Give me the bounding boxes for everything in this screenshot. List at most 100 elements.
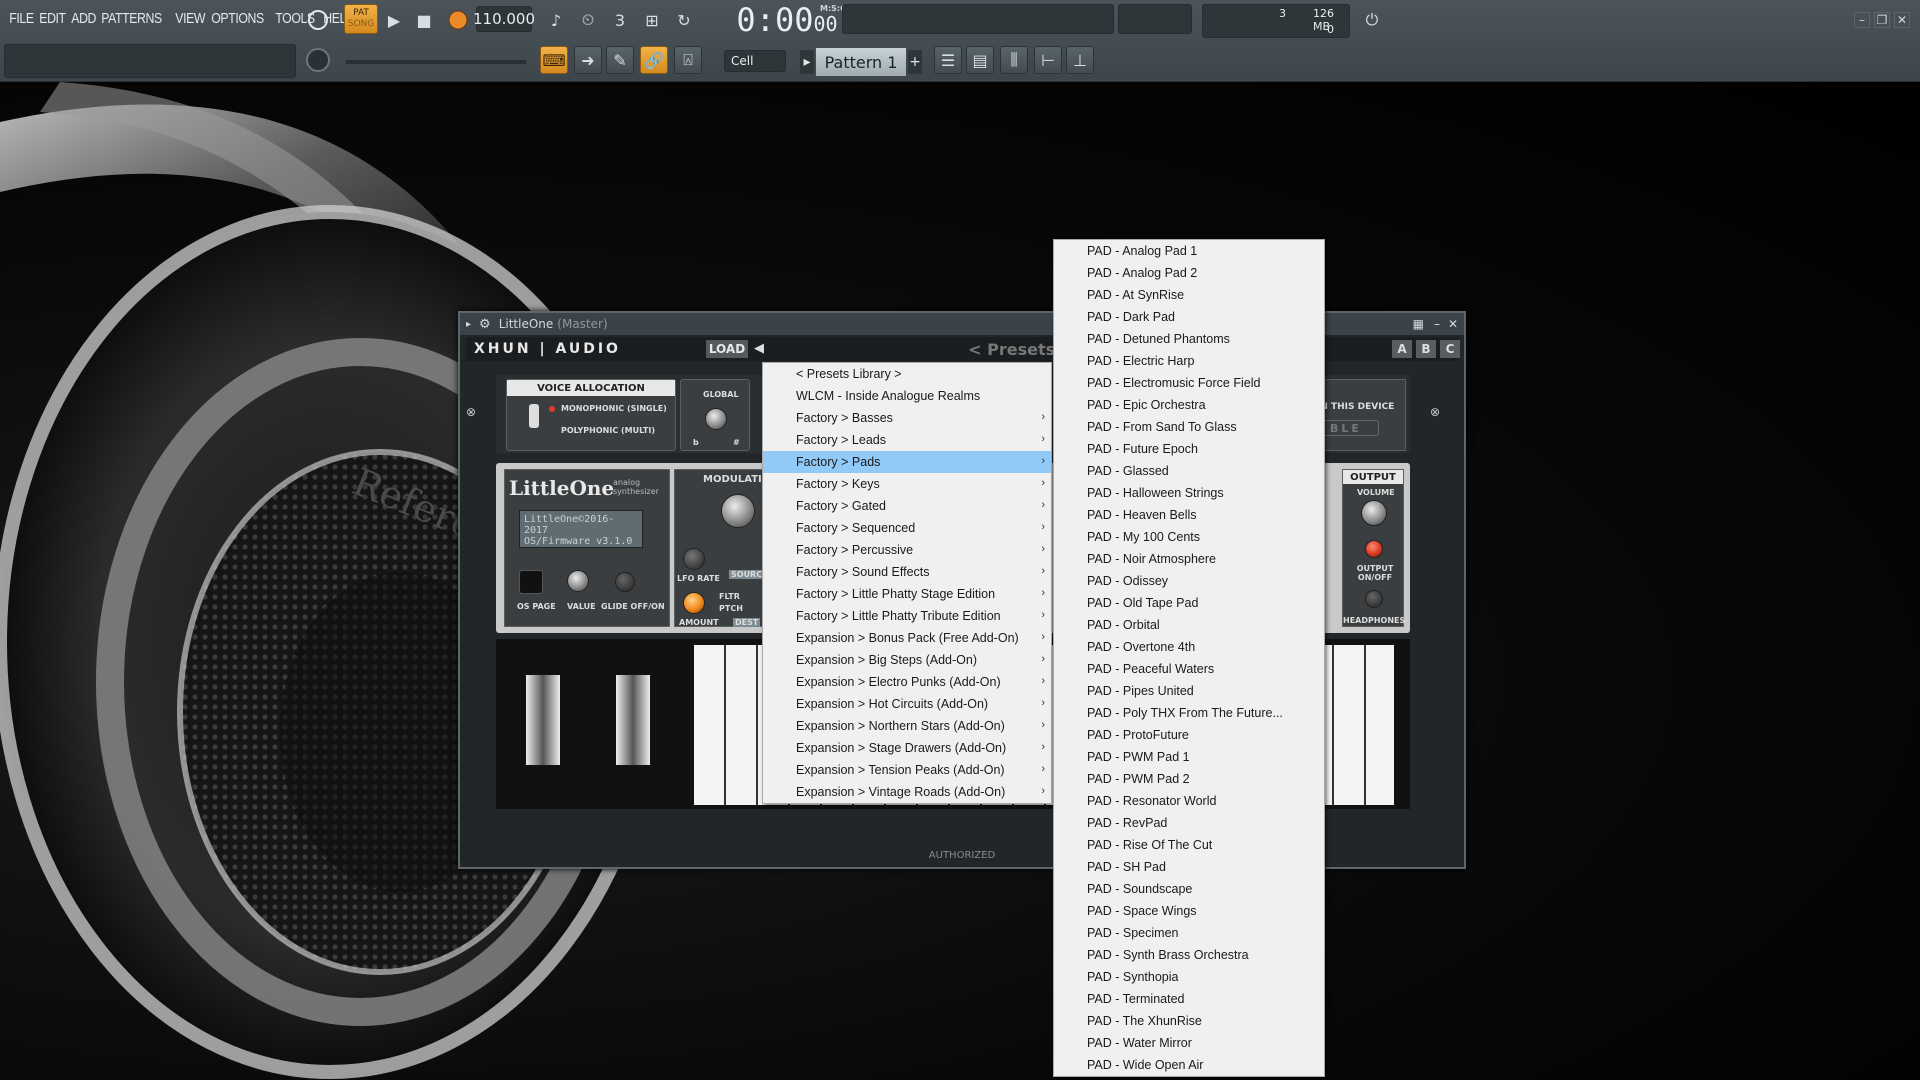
preset-item[interactable]: PAD - Glassed [1054, 460, 1324, 482]
preset-category-item[interactable]: Factory > Percussive › [763, 539, 1051, 561]
lfo-rate-knob[interactable] [683, 548, 705, 570]
preset-item[interactable]: PAD - PWM Pad 2 [1054, 768, 1324, 790]
preset-item[interactable]: PAD - Epic Orchestra [1054, 394, 1324, 416]
mixer-icon[interactable]: ⫼ [1000, 46, 1028, 74]
preset-item[interactable]: PAD - Analog Pad 2 [1054, 262, 1324, 284]
plugin-options-icon[interactable]: ▦ [1413, 317, 1424, 331]
metronome-icon[interactable]: ♪ [542, 6, 570, 34]
preset-item[interactable]: PAD - Future Epoch [1054, 438, 1324, 460]
play-icon[interactable]: ▶ [380, 6, 408, 34]
preset-category-item[interactable]: Expansion > Big Steps (Add-On) › [763, 649, 1051, 671]
prev-preset-icon[interactable]: ◀ [754, 341, 764, 356]
pattern-selector[interactable]: Pattern 1 [816, 48, 906, 76]
paint-tool-icon[interactable]: ✎ [606, 46, 634, 74]
preset-category-item[interactable]: Factory > Sound Effects › [763, 561, 1051, 583]
preset-category-item[interactable]: WLCM - Inside Analogue Realms [763, 385, 1051, 407]
preset-category-item[interactable]: Expansion > Tension Peaks (Add-On) › [763, 759, 1051, 781]
preset-item[interactable]: PAD - My 100 Cents [1054, 526, 1324, 548]
preset-item[interactable]: PAD - Heaven Bells [1054, 504, 1324, 526]
load-button[interactable]: LOAD [706, 340, 748, 358]
minimize-icon[interactable]: – [1854, 12, 1870, 28]
link-icon[interactable]: 🔗 [640, 46, 668, 74]
preset-item[interactable]: PAD - Wide Open Air [1054, 1054, 1324, 1076]
preset-category-item[interactable]: Expansion > Electro Punks (Add-On) › [763, 671, 1051, 693]
refresh-icon[interactable] [304, 6, 332, 34]
restore-icon[interactable]: ❐ [1874, 12, 1890, 28]
preset-item[interactable]: PAD - Dark Pad [1054, 306, 1324, 328]
preset-item[interactable]: PAD - Poly THX From The Future... [1054, 702, 1324, 724]
glide-switch[interactable] [615, 572, 635, 592]
wait-icon[interactable]: ⏲ [574, 6, 602, 34]
preset-item[interactable]: PAD - Detuned Phantoms [1054, 328, 1324, 350]
preset-item[interactable]: PAD - Water Mirror [1054, 1032, 1324, 1054]
preset-item[interactable]: PAD - PWM Pad 1 [1054, 746, 1324, 768]
slot-b-button[interactable]: B [1416, 340, 1436, 358]
preset-item[interactable]: PAD - Electric Harp [1054, 350, 1324, 372]
preset-item[interactable]: PAD - ProtoFuture [1054, 724, 1324, 746]
preset-item[interactable]: PAD - Peaceful Waters [1054, 658, 1324, 680]
gear-icon[interactable]: ⚙ [479, 317, 491, 332]
mod-amount-knob[interactable] [683, 592, 705, 614]
stop-icon[interactable]: ■ [410, 6, 438, 34]
preset-item[interactable]: PAD - RevPad [1054, 812, 1324, 834]
slot-c-button[interactable]: C [1440, 340, 1460, 358]
preset-category-item[interactable]: Expansion > Bonus Pack (Free Add-On) › [763, 627, 1051, 649]
preset-item[interactable]: PAD - Synth Brass Orchestra [1054, 944, 1324, 966]
menu-file[interactable]: FILE [6, 10, 37, 27]
preset-category-item[interactable]: Factory > Keys › [763, 473, 1051, 495]
preset-category-item[interactable]: Expansion > Northern Stars (Add-On) › [763, 715, 1051, 737]
menu-view[interactable]: VIEW [172, 10, 208, 27]
pattern-prev-icon[interactable]: ▸ [800, 50, 814, 74]
master-volume-knob[interactable] [304, 46, 332, 74]
preset-item[interactable]: PAD - Specimen [1054, 922, 1324, 944]
value-knob[interactable] [567, 570, 589, 592]
channel-rack-icon[interactable]: ▤ [966, 46, 994, 74]
preset-item[interactable]: PAD - Electromusic Force Field [1054, 372, 1324, 394]
collapse-arrow-icon[interactable]: ▸ [466, 319, 471, 330]
os-page-button[interactable] [519, 570, 543, 594]
pitch-wheel[interactable] [526, 675, 560, 765]
preset-item[interactable]: PAD - Overtone 4th [1054, 636, 1324, 658]
preset-item[interactable]: PAD - From Sand To Glass [1054, 416, 1324, 438]
volume-knob[interactable] [1361, 500, 1387, 526]
preset-category-item[interactable]: Expansion > Stage Drawers (Add-On) › [763, 737, 1051, 759]
pattern-add-icon[interactable]: + [908, 50, 922, 74]
browser-icon[interactable]: ⊢ [1034, 46, 1062, 74]
output-onoff-button[interactable] [1365, 540, 1383, 558]
preset-item[interactable]: PAD - Terminated [1054, 988, 1324, 1010]
tempo-display[interactable]: 110.000 [473, 6, 535, 32]
preset-item[interactable]: PAD - Rise Of The Cut [1054, 834, 1324, 856]
power-icon[interactable]: ⏻ [1358, 6, 1386, 34]
preset-item[interactable]: PAD - Resonator World [1054, 790, 1324, 812]
preset-item[interactable]: PAD - Space Wings [1054, 900, 1324, 922]
preset-item[interactable]: PAD - SH Pad [1054, 856, 1324, 878]
snap-selector[interactable]: Cell [724, 50, 786, 72]
preset-category-item[interactable]: Factory > Sequenced › [763, 517, 1051, 539]
preset-category-item[interactable]: Factory > Leads › [763, 429, 1051, 451]
preset-category-item[interactable]: Factory > Little Phatty Stage Edition › [763, 583, 1051, 605]
menu-edit[interactable]: EDIT [36, 10, 69, 27]
preset-item[interactable]: PAD - Orbital [1054, 614, 1324, 636]
preset-item[interactable]: PAD - Soundscape [1054, 878, 1324, 900]
plugin-minimize-icon[interactable]: – [1434, 317, 1440, 331]
record-icon[interactable] [444, 6, 472, 34]
preset-item[interactable]: PAD - Synthopia [1054, 966, 1324, 988]
plugin-close-icon[interactable]: ✕ [1448, 317, 1458, 331]
preset-category-item[interactable]: < Presets Library > [763, 363, 1051, 385]
plugin-picker-icon[interactable]: ⊥ [1066, 46, 1094, 74]
global-tune-knob[interactable] [705, 408, 727, 430]
preset-category-item[interactable]: Factory > Little Phatty Tribute Edition › [763, 605, 1051, 627]
preset-item[interactable]: PAD - Odissey [1054, 570, 1324, 592]
headphones-knob[interactable] [1365, 590, 1383, 608]
preset-item[interactable]: PAD - The XhunRise [1054, 1010, 1324, 1032]
piano-roll-icon[interactable]: ⌨ [540, 46, 568, 74]
preset-item[interactable]: PAD - Old Tape Pad [1054, 592, 1324, 614]
playlist-icon[interactable]: ☰ [934, 46, 962, 74]
menu-options[interactable]: OPTIONS [208, 10, 267, 27]
menu-add[interactable]: ADD [68, 10, 99, 27]
mod-source-knob[interactable] [721, 494, 755, 528]
preset-item[interactable]: PAD - Noir Atmosphere [1054, 548, 1324, 570]
step-edit-icon[interactable]: ⊞ [638, 6, 666, 34]
preset-category-item[interactable]: Expansion > Hot Circuits (Add-On) › [763, 693, 1051, 715]
typing-keyboard-icon[interactable]: ⍓ [674, 46, 702, 74]
